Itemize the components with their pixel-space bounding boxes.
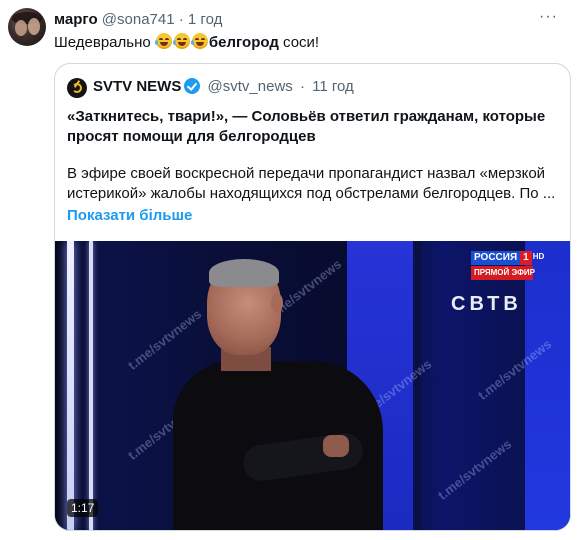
live-label: ПРЯМОЙ ЭФИР (471, 266, 535, 280)
svtv-logo-icon[interactable] (67, 78, 87, 98)
tweet[interactable]: марго @sona741 · 1 год ··· Шедеврально б… (0, 0, 578, 540)
quoted-author-name[interactable]: SVTV NEWS (93, 78, 181, 95)
more-options-icon[interactable]: ··· (539, 9, 558, 25)
channel-hd: HD (532, 252, 545, 261)
laughing-emoji-icon (190, 33, 208, 49)
show-more-link[interactable]: Показати більше (67, 206, 192, 226)
studio-light (525, 241, 570, 530)
channel-name: РОССИЯ (471, 251, 521, 265)
tweet-time[interactable]: 1 год (188, 11, 222, 28)
separator: · (299, 78, 305, 95)
laughing-emoji-icon (172, 33, 190, 49)
video-player[interactable]: t.me/svtvnews t.me/svtvnews t.me/svtvnew… (55, 241, 570, 530)
tweet-text-start: Шедеврально (54, 34, 151, 51)
video-presenter (173, 257, 383, 530)
quoted-tweet[interactable]: SVTV NEWS @svtv_news · 11 год «Заткнитес… (54, 63, 571, 531)
channel-number: 1 (520, 251, 532, 265)
tweet-text-bold: белгород (208, 34, 279, 51)
author-name[interactable]: марго (54, 11, 98, 28)
channel-logo: РОССИЯ 1 HD ПРЯМОЙ ЭФИР (471, 251, 544, 280)
studio-light (415, 241, 421, 530)
quoted-author-handle[interactable]: @svtv_news (208, 78, 293, 95)
quoted-tweet-title: «Заткнитесь, твари!», — Соловьёв ответил… (67, 108, 546, 145)
studio-light (89, 241, 93, 530)
avatar[interactable] (8, 8, 46, 46)
quoted-tweet-body: В эфире своей воскресной передачи пропаг… (67, 165, 556, 202)
verified-badge-icon (184, 78, 201, 94)
quoted-tweet-time[interactable]: 11 год (312, 78, 354, 95)
tweet-header: марго @sona741 · 1 год (54, 10, 222, 30)
studio-light (67, 241, 74, 530)
svtv-watermark-logo: СВТВ (451, 293, 522, 315)
quoted-tweet-header: SVTV NEWS @svtv_news · 11 год (67, 77, 354, 98)
tweet-text-end: соси! (278, 34, 320, 51)
separator: · (178, 11, 184, 28)
video-duration: 1:17 (67, 499, 99, 517)
laughing-emoji-icon (154, 33, 172, 49)
tweet-text: Шедеврально белгород соси! (54, 33, 319, 53)
author-handle[interactable]: @sona741 (102, 11, 175, 28)
